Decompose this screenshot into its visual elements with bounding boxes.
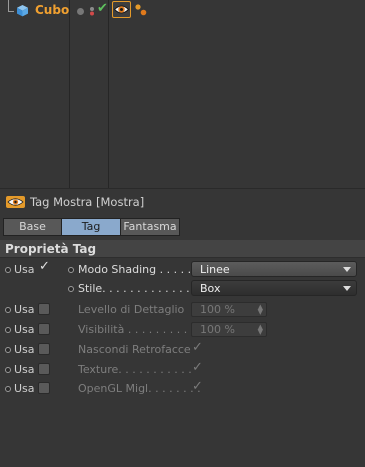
param-row-opengl-enhanced: Usa OpenGL Migl. . . . . . . . ✓: [0, 379, 365, 399]
visibility-dot-icon[interactable]: [77, 8, 84, 15]
section-header[interactable]: Proprietà Tag: [0, 240, 365, 258]
cube-icon: [17, 5, 28, 17]
param-row-texture: Usa Texture. . . . . . . . . . . ✓: [0, 360, 365, 380]
enabled-check-icon[interactable]: ✔: [97, 1, 108, 16]
tree-line: [8, 11, 14, 12]
use-label: Usa: [14, 303, 35, 316]
tab-fantasma[interactable]: Fantasma: [121, 218, 180, 236]
dropdown-value: Box: [200, 282, 221, 295]
tab-tag[interactable]: Tag: [62, 218, 121, 236]
tab-base[interactable]: Base: [3, 218, 62, 236]
param-label: Modo Shading . . . . .: [78, 263, 192, 276]
opengl-enhanced-checkbox[interactable]: ✓: [192, 379, 203, 394]
display-tag-eye-icon: [6, 196, 25, 208]
animation-dot-icon[interactable]: [5, 267, 11, 273]
animation-dot-icon[interactable]: [5, 327, 11, 333]
style-dropdown[interactable]: Box: [191, 280, 357, 296]
param-row-hide-backfaces: Usa Nascondi Retrofacce ✓: [0, 340, 365, 360]
animation-dot-icon[interactable]: [5, 347, 11, 353]
animation-dot-icon[interactable]: [68, 286, 74, 292]
param-row-level-of-detail: Usa Levello di Dettaglio 100 % ▲ ▼: [0, 300, 365, 320]
param-row-stile: Stile. . . . . . . . . . . . . Box: [0, 279, 365, 299]
param-label: OpenGL Migl. . . . . . . .: [78, 382, 201, 395]
animation-dot-icon[interactable]: [5, 386, 11, 392]
use-label: Usa: [14, 343, 35, 356]
animation-dot-icon[interactable]: [5, 307, 11, 313]
column-separator[interactable]: [69, 0, 70, 188]
column-separator[interactable]: [108, 0, 109, 188]
use-label: Usa: [14, 263, 35, 276]
dropdown-value: Linee: [200, 263, 230, 276]
use-checkbox[interactable]: [38, 323, 50, 335]
field-value: 100 %: [200, 323, 235, 336]
tab-bar: Base Tag Fantasma: [3, 218, 180, 236]
display-tag-eye-icon[interactable]: [112, 1, 131, 18]
chevron-down-icon: [343, 286, 351, 291]
attribute-title: Tag Mostra [Mostra]: [30, 195, 145, 209]
object-manager: Cubo ✔: [0, 0, 365, 188]
use-label: Usa: [14, 323, 35, 336]
param-label: Levello di Dettaglio: [78, 303, 185, 316]
level-of-detail-field[interactable]: 100 % ▲ ▼: [191, 302, 267, 317]
animation-dot-icon[interactable]: [68, 267, 74, 273]
use-checkbox-checked[interactable]: ✓: [39, 259, 50, 274]
object-name[interactable]: Cubo: [35, 3, 69, 17]
use-label: Usa: [14, 382, 35, 395]
shading-mode-dropdown[interactable]: Linee: [191, 261, 357, 277]
hide-backfaces-checkbox[interactable]: ✓: [192, 340, 203, 355]
spinner-arrows-icon[interactable]: ▲ ▼: [258, 304, 263, 316]
attribute-manager: Tag Mostra [Mostra] Base Tag Fantasma Pr…: [0, 188, 365, 467]
param-label: Texture. . . . . . . . . . .: [78, 363, 192, 376]
material-dots-icon[interactable]: [134, 3, 148, 17]
spinner-arrows-icon[interactable]: ▲ ▼: [258, 324, 263, 336]
object-row-cubo[interactable]: Cubo ✔: [0, 0, 365, 22]
texture-checkbox[interactable]: ✓: [192, 360, 203, 375]
use-checkbox[interactable]: [38, 343, 50, 355]
param-label: Stile. . . . . . . . . . . . .: [78, 282, 190, 295]
animation-dot-icon[interactable]: [5, 367, 11, 373]
use-label: Usa: [14, 363, 35, 376]
use-checkbox[interactable]: [38, 363, 50, 375]
empty-panel-area: [0, 401, 365, 467]
chevron-down-icon: [343, 267, 351, 272]
visibility-field[interactable]: 100 % ▲ ▼: [191, 322, 267, 337]
param-label: Visibilità . . . . . . . . . .: [78, 323, 195, 336]
param-label: Nascondi Retrofacce: [78, 343, 191, 356]
param-row-modo-shading: Usa ✓ Modo Shading . . . . . Linee: [0, 259, 365, 280]
param-row-visibility: Usa Visibilità . . . . . . . . . . 100 %…: [0, 320, 365, 340]
section-title: Proprietà Tag: [5, 242, 97, 256]
attribute-header: Tag Mostra [Mostra]: [0, 189, 365, 215]
use-checkbox[interactable]: [38, 382, 50, 394]
field-value: 100 %: [200, 303, 235, 316]
use-checkbox[interactable]: [38, 303, 50, 315]
